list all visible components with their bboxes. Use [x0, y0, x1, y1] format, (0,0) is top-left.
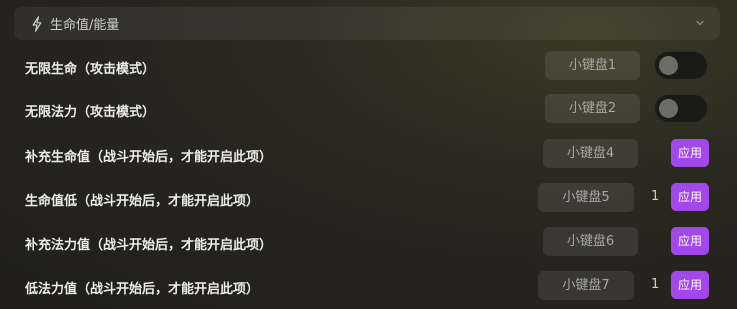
toggle-knob [659, 56, 678, 75]
toggle-knob [659, 99, 678, 118]
value-input[interactable]: 1 [651, 189, 659, 204]
row-label: 生命值低（战斗开始后，才能开启此项） [25, 194, 260, 209]
row-restore-health: 补充生命值（战斗开始后，才能开启此项） 小键盘4 应用 [0, 139, 737, 169]
section-title: 生命值/能量 [50, 18, 120, 33]
row-infinite-health: 无限生命（攻击模式） 小键盘1 [0, 51, 737, 81]
hotkey-button[interactable]: 小键盘2 [545, 94, 640, 123]
row-restore-mana: 补充法力值（战斗开始后，才能开启此项） 小键盘6 应用 [0, 227, 737, 257]
hotkey-button[interactable]: 小键盘4 [543, 139, 638, 168]
hotkey-button[interactable]: 小键盘5 [538, 183, 634, 212]
row-low-mana: 低法力值（战斗开始后，才能开启此项） 小键盘7 1 应用 [0, 271, 737, 301]
hotkey-button[interactable]: 小键盘6 [543, 227, 638, 256]
row-low-health: 生命值低（战斗开始后，才能开启此项） 小键盘5 1 应用 [0, 183, 737, 213]
row-label: 无限生命（攻击模式） [25, 62, 156, 77]
chevron-down-icon[interactable] [694, 17, 706, 29]
hotkey-button[interactable]: 小键盘7 [538, 271, 634, 300]
hotkey-button[interactable]: 小键盘1 [545, 51, 640, 80]
toggle-switch[interactable] [654, 51, 708, 80]
apply-button[interactable]: 应用 [671, 139, 709, 167]
apply-button[interactable]: 应用 [671, 271, 709, 299]
section-header-health-energy[interactable]: 生命值/能量 [14, 7, 720, 40]
row-label: 无限法力（攻击模式） [25, 105, 156, 120]
row-label: 低法力值（战斗开始后，才能开启此项） [25, 282, 260, 297]
row-label: 补充生命值（战斗开始后，才能开启此项） [25, 150, 273, 165]
value-input[interactable]: 1 [651, 277, 659, 292]
lightning-icon [32, 15, 42, 32]
apply-button[interactable]: 应用 [671, 183, 709, 211]
row-infinite-mana: 无限法力（攻击模式） 小键盘2 [0, 94, 737, 124]
toggle-switch[interactable] [654, 94, 708, 123]
apply-button[interactable]: 应用 [671, 227, 709, 255]
row-label: 补充法力值（战斗开始后，才能开启此项） [25, 238, 273, 253]
